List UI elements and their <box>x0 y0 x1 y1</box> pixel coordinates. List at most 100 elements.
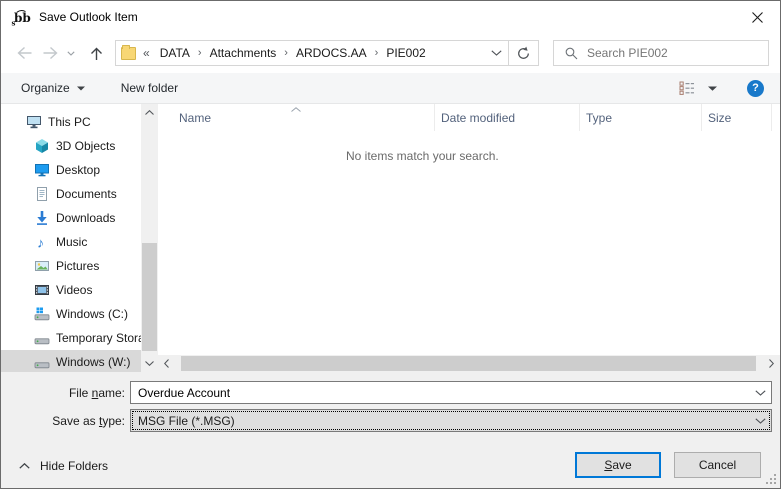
scrollbar-thumb[interactable] <box>181 356 756 371</box>
sidebar-item-label: Documents <box>56 187 117 201</box>
breadcrumb: « DATA › Attachments › ARDOCS.AA › PIE00… <box>116 41 484 65</box>
sidebar-item-windows-c[interactable]: Windows (C:) <box>1 302 141 326</box>
scroll-up-button[interactable] <box>141 104 158 121</box>
navigation-bar: « DATA › Attachments › ARDOCS.AA › PIE00… <box>1 33 780 73</box>
title-bar: bb s Save Outlook Item <box>1 1 780 33</box>
dropdown-triangle-icon <box>708 86 717 91</box>
command-toolbar: Organize New folder ? <box>1 73 780 104</box>
computer-icon <box>26 114 42 130</box>
organize-label: Organize <box>21 81 70 95</box>
drive-icon <box>34 330 50 346</box>
change-view-button[interactable] <box>679 81 717 95</box>
sidebar-item-music[interactable]: ♪ Music <box>1 230 141 254</box>
search-box[interactable] <box>553 40 769 66</box>
music-note-icon: ♪ <box>34 234 50 250</box>
breadcrumb-item-ardocs[interactable]: ARDOCS.AA <box>296 46 367 60</box>
resize-grip[interactable] <box>764 472 777 485</box>
breadcrumb-separator[interactable]: › <box>198 47 202 59</box>
file-name-label: File name: <box>1 386 125 400</box>
dropdown-triangle-icon <box>77 86 85 91</box>
content-area: This PC 3D Objects Desktop <box>1 104 780 372</box>
column-header-type[interactable]: Type <box>579 104 701 131</box>
horizontal-scrollbar[interactable] <box>158 355 780 372</box>
forward-arrow-icon <box>42 46 59 60</box>
sidebar-item-pictures[interactable]: Pictures <box>1 254 141 278</box>
refresh-button[interactable] <box>508 41 538 65</box>
back-arrow-icon <box>16 46 33 60</box>
folder-icon <box>121 47 136 60</box>
chevron-up-icon <box>19 463 30 469</box>
document-icon <box>34 186 50 202</box>
save-dialog-window: bb s Save Outlook Item <box>0 0 781 489</box>
hide-folders-button[interactable]: Hide Folders <box>19 456 108 476</box>
column-header-date-modified[interactable]: Date modified <box>434 104 579 131</box>
recent-locations-button[interactable] <box>63 40 79 66</box>
download-arrow-icon <box>34 210 50 226</box>
scroll-left-button[interactable] <box>158 355 175 372</box>
search-input[interactable] <box>587 46 768 60</box>
scrollbar-thumb[interactable] <box>142 243 157 350</box>
close-icon <box>751 11 764 24</box>
back-button[interactable] <box>11 40 37 66</box>
column-headers: Name Date modified Type Size <box>158 104 780 131</box>
sidebar-item-label: 3D Objects <box>56 139 115 153</box>
save-as-type-combobox[interactable]: MSG File (*.MSG) <box>130 409 772 432</box>
breadcrumb-item-attachments[interactable]: Attachments <box>210 46 277 60</box>
close-button[interactable] <box>734 1 780 33</box>
address-dropdown-button[interactable] <box>484 41 508 65</box>
breadcrumb-separator[interactable]: › <box>284 47 288 59</box>
sidebar-item-label: Downloads <box>56 211 115 225</box>
up-one-level-button[interactable] <box>83 40 109 66</box>
save-as-type-dropdown-button[interactable] <box>749 410 771 431</box>
organize-button[interactable]: Organize <box>21 81 85 95</box>
breadcrumb-separator[interactable]: › <box>375 47 379 59</box>
sidebar-item-documents[interactable]: Documents <box>1 182 141 206</box>
sidebar-item-label: Desktop <box>56 163 100 177</box>
sidebar-item-temporary-storage[interactable]: Temporary Stora <box>1 326 141 350</box>
sidebar-item-videos[interactable]: Videos <box>1 278 141 302</box>
scroll-down-button[interactable] <box>141 355 158 372</box>
up-arrow-icon <box>89 46 104 61</box>
chevron-down-icon <box>755 390 766 396</box>
scroll-right-button[interactable] <box>763 355 780 372</box>
sidebar-item-label: Windows (C:) <box>56 307 128 321</box>
picture-icon <box>34 258 50 274</box>
breadcrumb-overflow[interactable]: « <box>143 46 150 60</box>
hide-folders-label: Hide Folders <box>40 459 108 473</box>
cancel-button[interactable]: Cancel <box>674 452 761 478</box>
address-bar[interactable]: « DATA › Attachments › ARDOCS.AA › PIE00… <box>115 40 539 66</box>
sidebar-item-label: Music <box>56 235 87 249</box>
navigation-pane: This PC 3D Objects Desktop <box>1 104 141 372</box>
scrollbar-track[interactable] <box>175 355 763 372</box>
sidebar-item-3d-objects[interactable]: 3D Objects <box>1 134 141 158</box>
sidebar-item-this-pc[interactable]: This PC <box>1 110 141 134</box>
save-button[interactable]: Save <box>575 452 661 478</box>
sidebar-item-windows-w[interactable]: Windows (W:) <box>1 350 141 372</box>
svg-text:s: s <box>12 18 16 26</box>
new-folder-button[interactable]: New folder <box>121 81 178 95</box>
sidebar-scrollbar[interactable] <box>141 104 158 372</box>
forward-button[interactable] <box>37 40 63 66</box>
sidebar-item-desktop[interactable]: Desktop <box>1 158 141 182</box>
breadcrumb-item-pie002[interactable]: PIE002 <box>386 46 425 60</box>
sidebar-item-label: Pictures <box>56 259 99 273</box>
sidebar-item-downloads[interactable]: Downloads <box>1 206 141 230</box>
file-list-area: Name Date modified Type Size No items ma… <box>158 104 780 372</box>
file-name-input[interactable] <box>131 386 749 400</box>
sort-ascending-icon <box>291 107 301 112</box>
save-as-type-label: Save as type: <box>1 414 125 428</box>
empty-results-message: No items match your search. <box>346 149 499 163</box>
sidebar-item-label: Windows (W:) <box>56 355 130 369</box>
cube-3d-icon <box>34 138 50 154</box>
sidebar-item-label: Temporary Stora <box>56 331 141 345</box>
column-header-size[interactable]: Size <box>701 104 771 131</box>
file-name-combobox[interactable] <box>130 381 772 404</box>
save-options-panel: File name: Save as type: MSG File (*.MSG… <box>1 372 780 488</box>
breadcrumb-item-data[interactable]: DATA <box>160 46 190 60</box>
help-button[interactable]: ? <box>747 80 764 97</box>
chevron-up-icon <box>145 110 154 115</box>
refresh-icon <box>516 46 531 61</box>
svg-text:bb: bb <box>14 11 31 25</box>
file-name-dropdown-button[interactable] <box>749 382 771 403</box>
sidebar-item-label: This PC <box>48 115 91 129</box>
